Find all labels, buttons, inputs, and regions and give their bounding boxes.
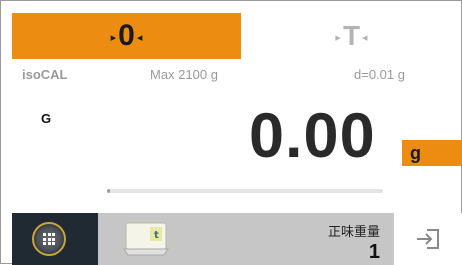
zero-arrow-left-icon: ▸ [110,31,117,44]
logout-icon [417,229,439,249]
tare-arrow-right-icon: ◂ [362,31,368,44]
gross-indicator: G [41,111,52,126]
active-app-button[interactable]: t 正味重量 1 [98,213,394,265]
balance-screen: ▸ 0 ◂ ▸ T ◂ isoCAL Max 2100 g d=0.01 g G… [0,0,462,265]
weight-value: 0.00 [249,101,376,171]
app-count-label: 1 [368,241,380,263]
logout-button[interactable] [394,213,462,265]
zero-label: 0 [118,19,135,52]
tare-label: T [342,20,361,51]
svg-text:t: t [154,230,159,241]
main-menu-button[interactable] [12,213,98,265]
capacity-bar [107,189,383,193]
weighing-app-icon: t [123,222,169,256]
tare-button[interactable]: ▸ T ◂ [241,13,462,59]
bottom-bar: t 正味重量 1 [12,213,462,265]
menu-grid-icon [32,222,66,256]
app-name-label: 正味重量 [327,224,380,239]
tare-arrow-left-icon: ▸ [335,31,341,44]
readability-label: d=0.01 g [354,67,405,82]
capacity-bar-fill [107,189,110,193]
isocal-label: isoCAL [22,67,68,82]
zero-button[interactable]: ▸ 0 ◂ [12,13,241,59]
max-capacity-label: Max 2100 g [150,67,218,82]
zero-arrow-right-icon: ◂ [136,31,143,44]
unit-button[interactable]: g [402,140,462,166]
